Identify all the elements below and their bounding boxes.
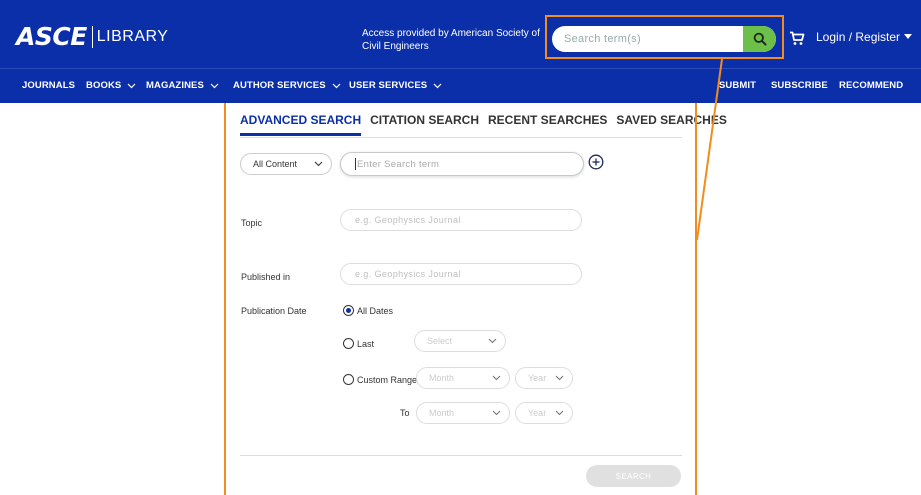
access-provided-text: Access provided by American Society of C… (362, 28, 540, 52)
nav-submit[interactable]: SUBMIT (719, 80, 756, 91)
nav-recommend[interactable]: RECOMMEND (839, 80, 903, 91)
highlight-box-search (545, 15, 784, 59)
nav-subscribe-label: SUBSCRIBE (771, 80, 828, 91)
cart-button[interactable] (789, 31, 805, 51)
nav-books-label: BOOKS (86, 80, 122, 91)
caret-down-icon (904, 34, 913, 39)
chevron-down-icon (127, 83, 136, 88)
nav-user-services-label: USER SERVICES (349, 80, 428, 91)
nav-user-services[interactable]: USER SERVICES (349, 80, 442, 91)
chevron-down-icon (332, 83, 341, 88)
nav-author-services-label: AUTHOR SERVICES (233, 80, 326, 91)
chevron-down-icon (210, 83, 219, 88)
login-register-menu[interactable]: Login / Register (816, 30, 913, 44)
highlight-box-panel (224, 103, 697, 495)
nav-magazines[interactable]: MAGAZINES (146, 80, 219, 91)
nav-submit-label: SUBMIT (719, 80, 757, 91)
login-register-label: Login / Register (816, 30, 901, 44)
logo-sub: LIBRARY (96, 27, 169, 45)
nav-journals-label: JOURNALS (22, 80, 76, 91)
logo-brand: ASCE (16, 22, 87, 51)
nav-magazines-label: MAGAZINES (146, 80, 204, 91)
logo-divider (91, 25, 93, 48)
nav-books[interactable]: BOOKS (86, 80, 136, 91)
cart-icon (790, 31, 805, 45)
chevron-down-icon (433, 83, 442, 88)
nav-recommend-label: RECOMMEND (839, 80, 904, 91)
asce-library-logo[interactable]: ASCE LIBRARY (16, 22, 168, 51)
nav-author-services[interactable]: AUTHOR SERVICES (233, 80, 341, 91)
nav-journals[interactable]: JOURNALS (22, 80, 75, 91)
nav-subscribe[interactable]: SUBSCRIBE (771, 80, 828, 91)
